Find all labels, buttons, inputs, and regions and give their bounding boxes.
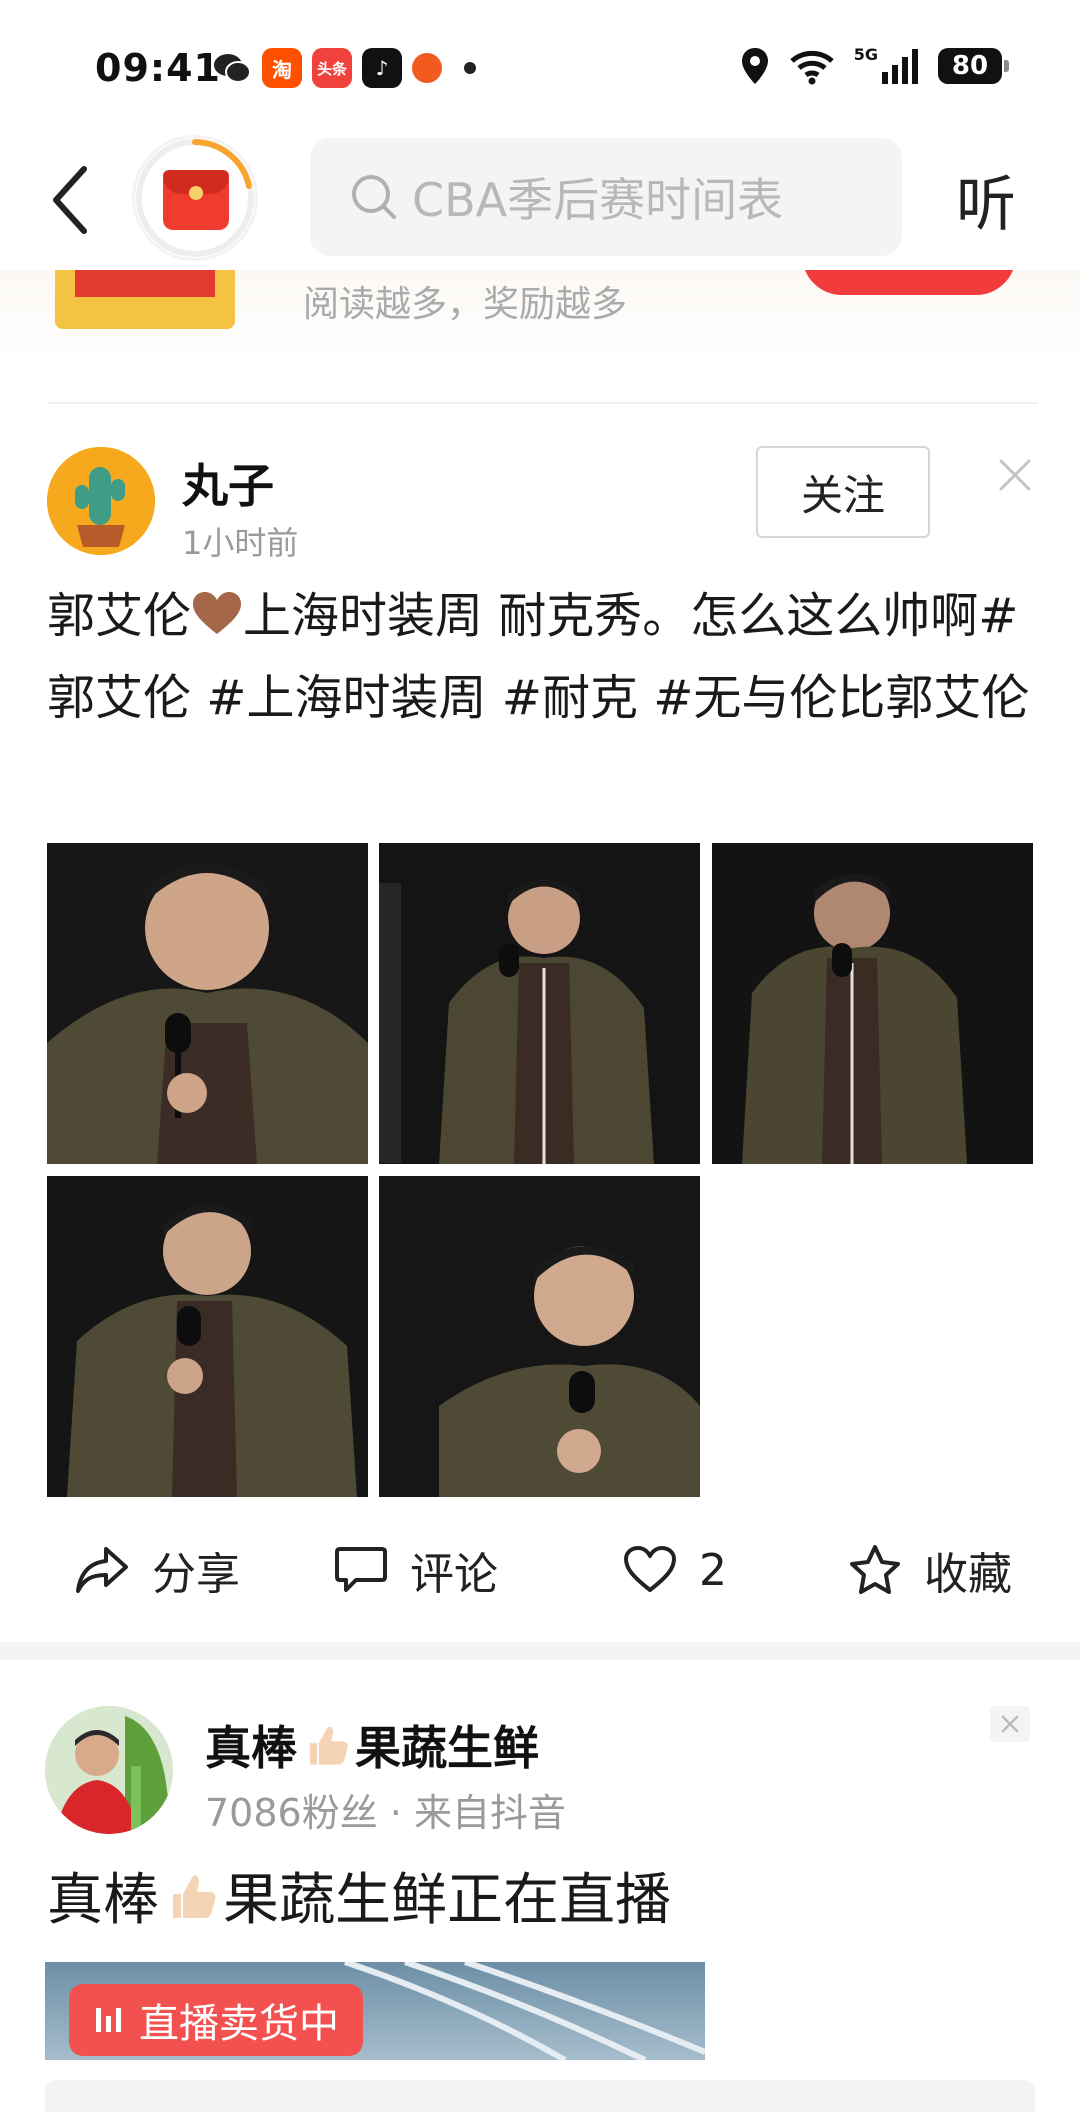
post-text-part2: 果蔬生鲜正在直播 [223, 1868, 671, 1933]
favorite-button[interactable]: 收藏 [848, 1530, 1012, 1610]
follow-button[interactable]: 关注 [756, 446, 930, 538]
dismiss-post-button[interactable] [995, 455, 1035, 495]
status-time: 09:41 [95, 46, 221, 90]
status-indicators: 5G 80 [740, 44, 1009, 86]
back-button[interactable] [50, 160, 110, 240]
post-action-bar: 分享 评论 2 收藏 [0, 1530, 1080, 1610]
share-icon [76, 1547, 128, 1593]
star-icon [850, 1545, 900, 1594]
author-avatar[interactable] [47, 447, 155, 555]
post-photo-4[interactable] [47, 1176, 368, 1497]
post-photo-2[interactable] [379, 843, 700, 1164]
more-notifications-dot [464, 62, 476, 74]
heart-icon [624, 1546, 676, 1592]
brown-heart-icon [193, 592, 242, 634]
next-card-preview [45, 2080, 1035, 2112]
toutiao-icon: 头条 [312, 48, 352, 88]
reward-banner[interactable]: 阅读越多，奖励越多 [0, 215, 1080, 360]
red-packet-icon [163, 170, 229, 230]
red-packet-reward-button[interactable] [135, 138, 255, 258]
network-type: 5G [853, 44, 878, 64]
post-text[interactable]: 郭艾伦 上海时装周 耐克秀。怎么这么帅啊#郭艾伦 #上海时装周 #耐克 #无与伦比… [47, 575, 1037, 739]
comment-icon [335, 1547, 387, 1592]
post-text-part1: 真棒 [47, 1868, 159, 1933]
author-name[interactable]: 丸子 [182, 450, 274, 516]
signal-icon [882, 49, 918, 84]
app-orange-icon [412, 53, 442, 83]
live-stream-preview[interactable]: 直播卖货中 [45, 1962, 705, 2060]
comment-label: 评论 [410, 1549, 498, 1600]
post-text[interactable]: 真棒 果蔬生鲜正在直播 [47, 1855, 671, 1936]
close-icon [1001, 1715, 1019, 1733]
like-button[interactable]: 2 [623, 1530, 727, 1610]
wechat-icon [212, 48, 252, 88]
author-name-part2: 果蔬生鲜 [355, 1721, 539, 1775]
divider [48, 402, 1038, 404]
location-icon [741, 48, 768, 84]
post-photo-5[interactable] [379, 1176, 700, 1497]
status-bar: 09:41 淘 头条 ♪ 5G 80 [0, 0, 1080, 130]
douyin-icon: ♪ [362, 48, 402, 88]
taobao-icon: 淘 [262, 48, 302, 88]
wifi-icon [790, 50, 834, 85]
share-button[interactable]: 分享 [74, 1530, 240, 1610]
post-photo-1[interactable] [47, 843, 368, 1164]
author-name-part1: 真棒 [205, 1721, 297, 1775]
live-badge: 直播卖货中 [69, 1984, 363, 2056]
status-app-icons: 淘 头条 ♪ [212, 48, 476, 88]
post-text-start: 郭艾伦 [47, 588, 192, 644]
top-nav: CBA季后赛时间表 听 [0, 130, 1080, 270]
search-icon [352, 175, 396, 219]
dismiss-post-button[interactable] [990, 1706, 1030, 1742]
favorite-label: 收藏 [924, 1549, 1012, 1600]
post-photo-3[interactable] [712, 843, 1033, 1164]
chevron-left-icon [53, 166, 87, 234]
author-name[interactable]: 真棒 果蔬生鲜 [205, 1712, 539, 1778]
thumbs-up-icon [173, 1875, 216, 1918]
feed-separator [0, 1642, 1080, 1660]
listen-button[interactable]: 听 [956, 156, 1016, 243]
battery-indicator: 80 [938, 48, 1009, 84]
like-count: 2 [699, 1544, 727, 1596]
thumbs-up-icon [309, 1726, 348, 1765]
share-label: 分享 [152, 1549, 240, 1600]
search-input[interactable]: CBA季后赛时间表 [310, 138, 902, 256]
live-bars-icon [96, 2008, 121, 2032]
author-meta: 7086粉丝 · 来自抖音 [205, 1791, 566, 1835]
comment-button[interactable]: 评论 [334, 1530, 498, 1610]
search-placeholder: CBA季后赛时间表 [412, 173, 784, 227]
author-avatar[interactable] [45, 1706, 173, 1834]
post-time: 1小时前 [182, 524, 299, 562]
reward-text: 阅读越多，奖励越多 [303, 284, 628, 325]
live-badge-label: 直播卖货中 [139, 2001, 339, 2047]
close-icon [999, 459, 1031, 491]
